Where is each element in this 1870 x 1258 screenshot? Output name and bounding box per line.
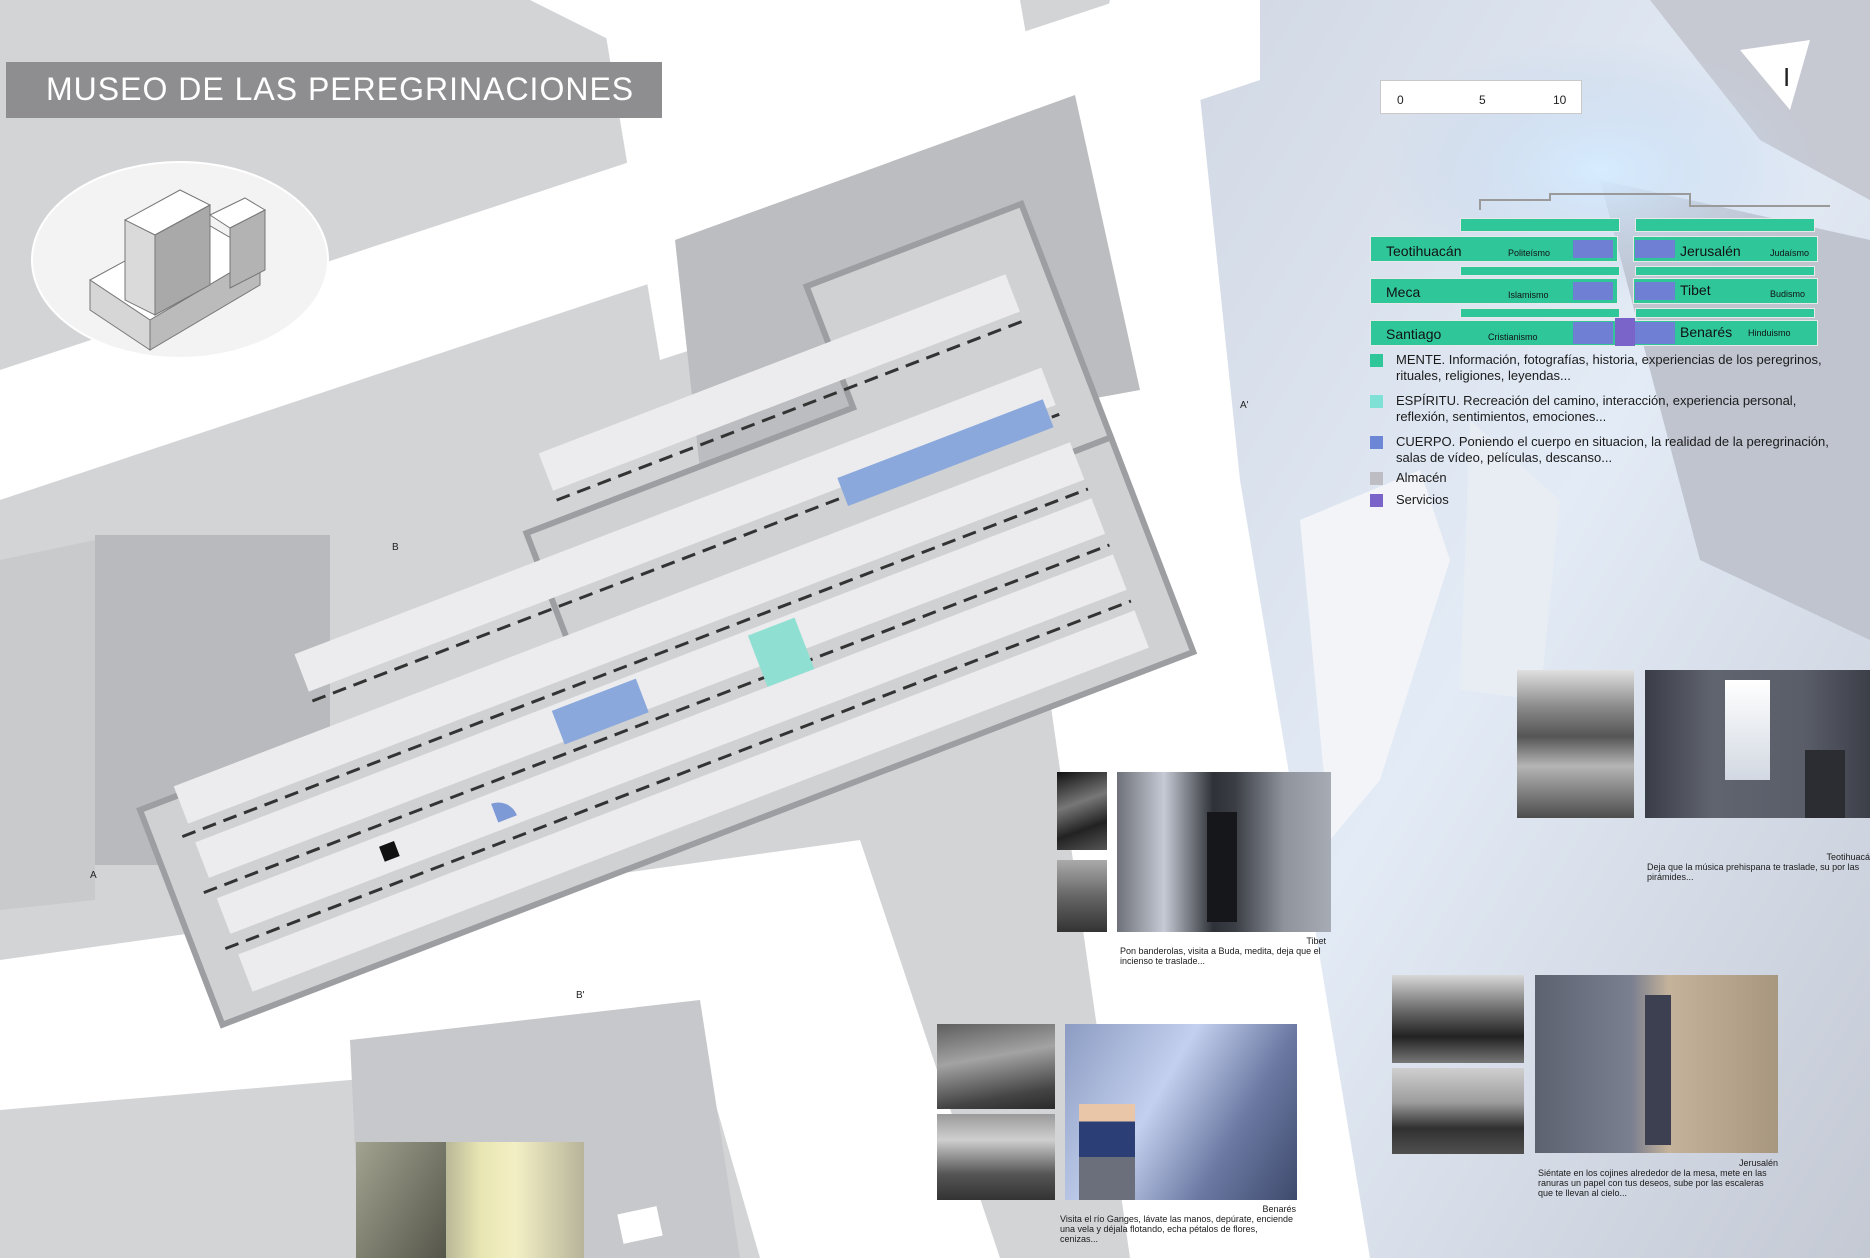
caption-teotihuacan: Teotihuacá Deja que la música prehispana…: [1647, 852, 1870, 882]
program-block: [1635, 322, 1675, 344]
program-name: Meca: [1386, 284, 1421, 300]
render-jerusalen-stair: [1535, 975, 1778, 1153]
services-block: [1615, 318, 1635, 346]
scale-tick: 5: [1479, 93, 1486, 107]
legend: MENTE. Información, fotografías, histori…: [1370, 350, 1840, 510]
axonometric-vignette: [31, 161, 329, 359]
program-block: [1635, 282, 1675, 300]
scale-tick: 10: [1553, 93, 1567, 107]
program-name: Jerusalén: [1680, 243, 1741, 259]
program-name: Teotihuacán: [1386, 243, 1462, 259]
title-banner: MUSEO DE LAS PEREGRINACIONES: [6, 62, 662, 118]
legend-swatch: [1370, 494, 1383, 507]
program-religion: Cristianismo: [1488, 332, 1538, 342]
caption-benares: Benarés Visita el río Ganges, lávate las…: [1060, 1204, 1296, 1244]
program-name: Santiago: [1386, 326, 1442, 342]
program-block: [1635, 240, 1675, 258]
render-figure: [1079, 1104, 1135, 1200]
section-marker: A': [1240, 400, 1249, 411]
render-wall: [356, 1142, 446, 1258]
program-strip: [1460, 218, 1620, 232]
program-strip: [1635, 218, 1815, 232]
caption-title: Tibet: [1306, 936, 1326, 946]
program-religion: Hinduismo: [1748, 328, 1791, 338]
legend-swatch: [1370, 436, 1383, 449]
section-marker: B': [576, 990, 585, 1001]
caption-text: Pon banderolas, visita a Buda, medita, d…: [1120, 946, 1321, 966]
legend-swatch: [1370, 354, 1383, 367]
caption-title: Jerusalén: [1738, 1158, 1778, 1168]
render-figure: [1805, 750, 1845, 818]
render-street-view: [356, 1142, 584, 1258]
poster-board: MUSEO DE LAS PEREGRINACIONES I 0 5 10 A …: [0, 0, 1870, 1258]
program-religion: Judaísmo: [1770, 248, 1810, 258]
program-block: [1573, 322, 1613, 344]
photo-tibet-flags: [1057, 772, 1107, 850]
program-name: Benarés: [1680, 324, 1733, 340]
program-strip: [1635, 266, 1815, 276]
photo-ganges-bathers: [937, 1024, 1055, 1109]
render-light-slot: [1725, 680, 1770, 780]
photo-jerusalen-worshippers: [1392, 975, 1524, 1063]
photo-ganges-water: [937, 1114, 1055, 1200]
legend-item: Almacén: [1396, 470, 1447, 485]
caption-text: Deja que la música prehispana te traslad…: [1647, 862, 1860, 882]
caption-title: Benarés: [1262, 1204, 1296, 1214]
photo-teotihuacan-pyramids: [1517, 670, 1634, 818]
legend-item: Servicios: [1396, 492, 1449, 507]
photo-western-wall: [1392, 1068, 1524, 1154]
render-shaft: [1645, 995, 1671, 1145]
city-block: [0, 540, 95, 910]
section-marker: A: [90, 870, 97, 881]
caption-tibet: Tibet Pon banderolas, visita a Buda, med…: [1120, 936, 1326, 966]
render-figure: [1207, 812, 1237, 922]
legend-item: ESPÍRITU. Recreación del camino, interac…: [1396, 393, 1797, 424]
legend-swatch: [1370, 472, 1383, 485]
scale-tick: 0: [1397, 93, 1404, 107]
render-teotihuacan-room: [1645, 670, 1870, 818]
legend-item: CUERPO. Poniendo el cuerpo en situacion,…: [1396, 434, 1829, 465]
legend-swatch: [1370, 395, 1383, 408]
caption-text: Siéntate en los cojines alrededor de la …: [1538, 1168, 1767, 1198]
program-religion: Islamismo: [1508, 290, 1549, 300]
render-benares-room: [1065, 1024, 1297, 1200]
caption-jerusalen: Jerusalén Siéntate en los cojines alrede…: [1538, 1158, 1778, 1198]
program-strip: [1635, 308, 1815, 318]
north-marker: I: [1783, 62, 1791, 92]
photo-tibet-crowd: [1057, 860, 1107, 932]
scale-bar: 0 5 10: [1380, 80, 1582, 114]
program-religion: Politeísmo: [1508, 248, 1551, 258]
render-tibet-corridor: [1117, 772, 1331, 932]
program-block: [1573, 240, 1613, 258]
legend-item: MENTE. Información, fotografías, histori…: [1396, 352, 1822, 383]
caption-text: Visita el río Ganges, lávate las manos, …: [1060, 1214, 1293, 1244]
program-strip: [1460, 308, 1620, 318]
caption-title: Teotihuacá: [1826, 852, 1870, 862]
program-block: [1573, 282, 1613, 300]
program-strip: [1460, 266, 1620, 276]
page-title: MUSEO DE LAS PEREGRINACIONES: [46, 71, 635, 107]
section-marker: B: [392, 542, 399, 553]
program-diagram: Teotihuacán Politeísmo Jerusalén Judaísm…: [1370, 190, 1830, 350]
program-name: Tibet: [1680, 282, 1711, 298]
program-religion: Budismo: [1770, 289, 1806, 299]
